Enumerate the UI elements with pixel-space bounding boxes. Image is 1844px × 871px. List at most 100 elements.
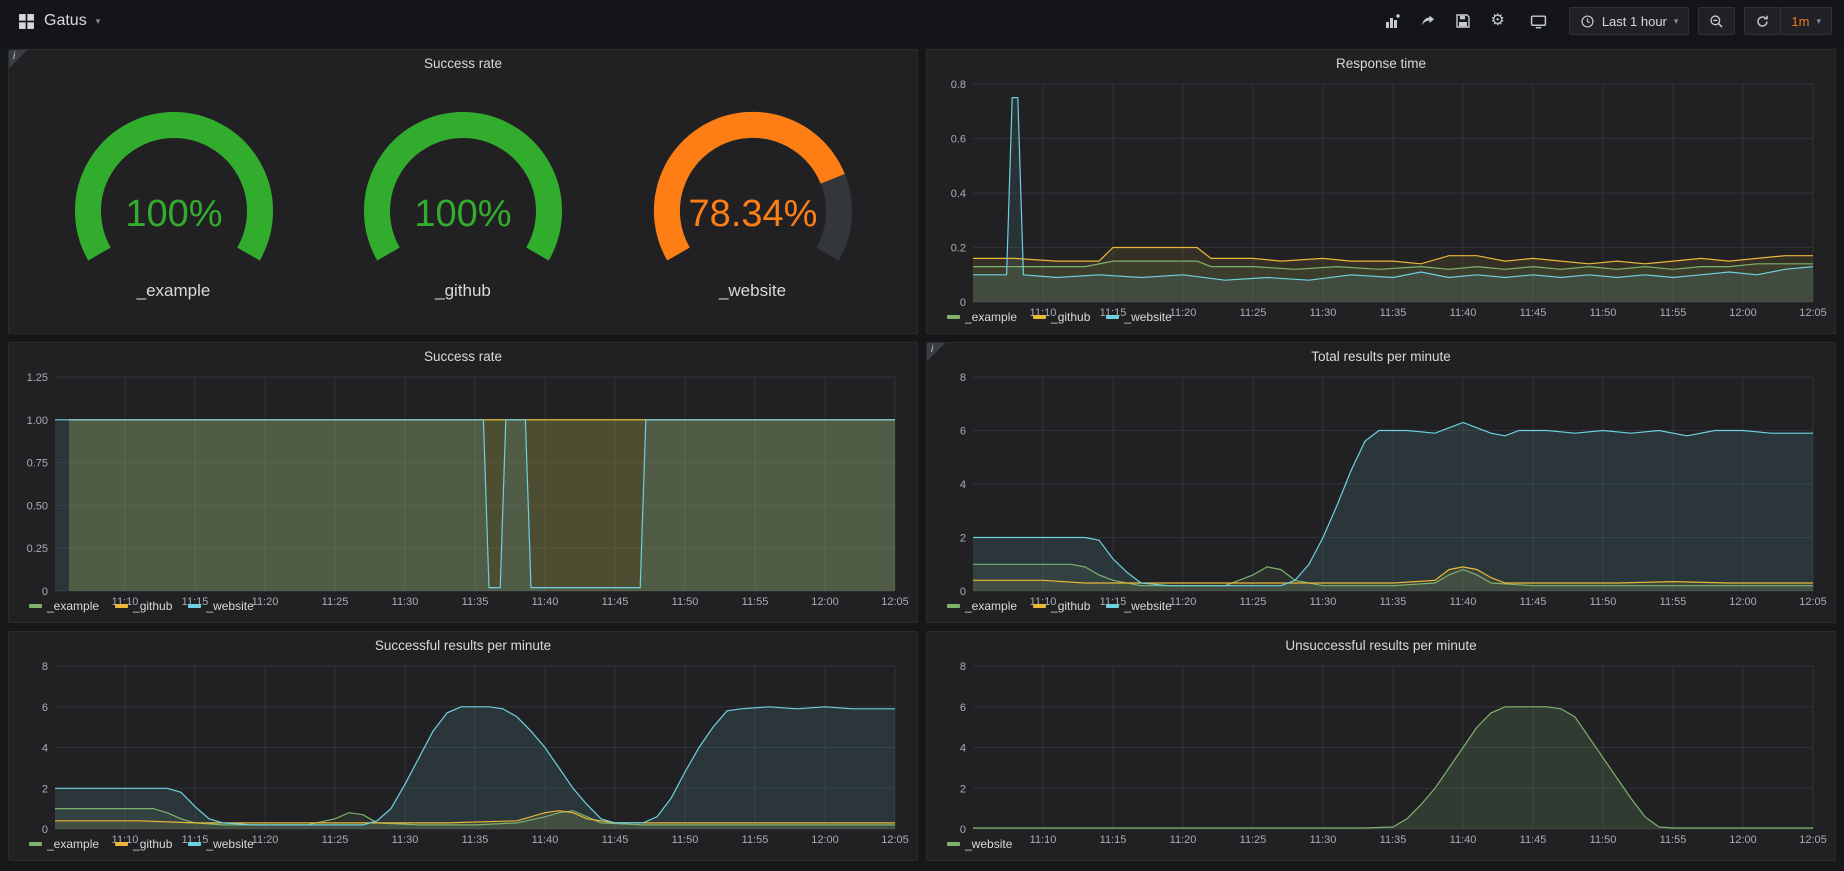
save-button[interactable]	[1448, 8, 1478, 34]
panel-body: 11:1011:1511:2011:2511:3011:3511:4011:45…	[927, 76, 1835, 333]
legend-item-_example[interactable]: _example	[947, 310, 1017, 324]
legend-item-_example[interactable]: _example	[947, 599, 1017, 613]
gauge-arc: 100%	[338, 109, 588, 279]
chart-area[interactable]: 11:1011:1511:2011:2511:3011:3511:4011:45…	[15, 369, 911, 597]
panel-info-corner[interactable]: i	[927, 343, 945, 361]
refresh-interval-picker[interactable]: 1m ▾	[1781, 7, 1832, 35]
legend-item-_website[interactable]: _website	[1106, 599, 1171, 613]
gauge-group: 100%_example100%_github78.34%_website	[9, 76, 917, 333]
panel-title[interactable]: Successful results per minute	[9, 632, 917, 658]
settings-button[interactable]: ⚙	[1483, 8, 1511, 34]
panel-title-text: Successful results per minute	[375, 638, 551, 653]
y-tick-label: 2	[42, 783, 48, 795]
chart-area[interactable]: 11:1011:1511:2011:2511:3011:3511:4011:45…	[933, 369, 1829, 597]
y-tick-label: 2	[960, 533, 966, 545]
y-tick-label: 8	[960, 661, 966, 673]
panel-response-time: Response time 11:1011:1511:2011:2511:301…	[926, 49, 1836, 334]
panel-title[interactable]: Response time	[927, 50, 1835, 76]
gauge-label: _github	[435, 281, 491, 301]
panel-title[interactable]: Unsuccessful results per minute	[927, 632, 1835, 658]
y-tick-label: 1.25	[27, 372, 48, 384]
legend-item-_website[interactable]: _website	[1106, 310, 1171, 324]
legend-label: _github	[133, 837, 172, 851]
legend-item-_example[interactable]: _example	[29, 599, 99, 613]
legend-swatch	[188, 842, 201, 846]
chevron-down-icon: ▾	[96, 16, 101, 27]
legend-item-_website[interactable]: _website	[947, 837, 1012, 851]
legend-label: _website	[206, 837, 253, 851]
panel-body: 11:1011:1511:2011:2511:3011:3511:4011:45…	[927, 369, 1835, 622]
legend-item-_example[interactable]: _example	[29, 837, 99, 851]
y-tick-label: 0.50	[27, 500, 48, 512]
panel-success-rate-graph: Success rate 11:1011:1511:2011:2511:3011…	[8, 342, 918, 623]
y-tick-label: 1.00	[27, 415, 48, 427]
y-tick-label: 6	[960, 426, 966, 438]
chart-legend: _example _github _website	[933, 308, 1829, 331]
gauge-value: 100%	[125, 193, 222, 235]
refresh-button[interactable]	[1744, 7, 1781, 35]
panel-info-corner[interactable]: i	[9, 50, 27, 68]
navbar-actions: ⚙ Last 1 hour ▾ 1m ▾	[1378, 7, 1832, 35]
legend-item-_github[interactable]: _github	[1033, 599, 1090, 613]
y-tick-label: 0.8	[951, 79, 966, 91]
legend-item-_github[interactable]: _github	[115, 837, 172, 851]
panel-unsuccessful-results: Unsuccessful results per minute 11:1011:…	[926, 631, 1836, 861]
share-icon	[1420, 13, 1436, 29]
legend-item-_website[interactable]: _website	[188, 837, 253, 851]
legend-swatch	[947, 842, 960, 846]
add-panel-button[interactable]	[1378, 8, 1408, 34]
gauge-value: 100%	[414, 193, 511, 235]
navbar: Gatus ▾ ⚙ Last 1 hour ▾	[0, 0, 1844, 42]
refresh-interval-label: 1m	[1791, 14, 1809, 29]
gauge-_example: 100%_example	[49, 109, 299, 301]
cycle-view-button[interactable]	[1523, 8, 1554, 35]
chart-legend: _example _github _website	[15, 835, 911, 858]
time-range-picker[interactable]: Last 1 hour ▾	[1569, 7, 1690, 35]
y-tick-label: 4	[960, 743, 966, 755]
chart-canvas: 11:1011:1511:2011:2511:3011:3511:4011:45…	[933, 658, 1829, 849]
legend-swatch	[188, 604, 201, 608]
y-tick-label: 4	[42, 743, 48, 755]
time-range-label: Last 1 hour	[1602, 14, 1667, 29]
gauge-_website: 78.34%_website	[628, 109, 878, 301]
legend-swatch	[1106, 604, 1119, 608]
chart-canvas: 11:1011:1511:2011:2511:3011:3511:4011:45…	[933, 369, 1829, 611]
dashboard-grid-icon	[18, 13, 35, 30]
panel-title-text: Response time	[1336, 56, 1426, 71]
panel-title[interactable]: Success rate	[9, 50, 917, 76]
y-tick-label: 4	[960, 479, 966, 491]
legend-item-_website[interactable]: _website	[188, 599, 253, 613]
chart-area[interactable]: 11:1011:1511:2011:2511:3011:3511:4011:45…	[15, 658, 911, 835]
legend-label: _github	[133, 599, 172, 613]
legend-item-_github[interactable]: _github	[115, 599, 172, 613]
gear-icon: ⚙	[1490, 13, 1504, 29]
dashboard-title: Gatus	[44, 12, 87, 30]
panel-title-text: Unsuccessful results per minute	[1285, 638, 1476, 653]
clock-icon	[1580, 14, 1595, 29]
gauge-label: _website	[719, 281, 786, 301]
series-fill-_website	[973, 423, 1813, 592]
legend-label: _github	[1051, 599, 1090, 613]
panel-title-text: Success rate	[424, 56, 502, 71]
series-fill-_website	[55, 707, 895, 829]
gauge-arc: 100%	[49, 109, 299, 279]
legend-label: _example	[965, 599, 1017, 613]
legend-swatch	[947, 604, 960, 608]
dashboard-row-1: i Success rate 100%_example100%_github78…	[8, 49, 1836, 334]
y-tick-label: 0.4	[951, 188, 966, 200]
legend-swatch	[947, 315, 960, 319]
share-button[interactable]	[1413, 8, 1443, 34]
dashboard-picker[interactable]: Gatus ▾	[12, 8, 106, 34]
dashboard: i Success rate 100%_example100%_github78…	[0, 42, 1844, 861]
panel-title[interactable]: Total results per minute	[927, 343, 1835, 369]
panel-successful-results: Successful results per minute 11:1011:15…	[8, 631, 918, 861]
panel-title[interactable]: Success rate	[9, 343, 917, 369]
zoom-out-button[interactable]	[1698, 7, 1735, 35]
chart-area[interactable]: 11:1011:1511:2011:2511:3011:3511:4011:45…	[933, 76, 1829, 308]
legend-item-_github[interactable]: _github	[1033, 310, 1090, 324]
gauge-arc: 78.34%	[628, 109, 878, 279]
panel-title-text: Total results per minute	[1311, 349, 1451, 364]
chart-area[interactable]: 11:1011:1511:2011:2511:3011:3511:4011:45…	[933, 658, 1829, 835]
legend-label: _github	[1051, 310, 1090, 324]
legend-swatch	[115, 604, 128, 608]
